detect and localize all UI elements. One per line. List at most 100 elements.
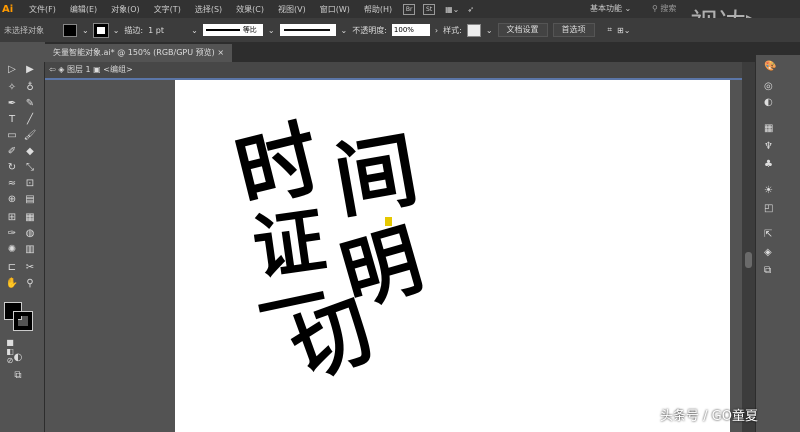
blend-tool-icon[interactable]: ◍ <box>22 228 38 239</box>
symbols-icon[interactable]: ♣ <box>764 159 773 170</box>
chevron-right-icon[interactable]: › <box>435 26 438 35</box>
tools-panel: ▷ ▶ ✧ ♁ ✒ ✎ T ╱ ▭ 🖌 ✐ ◆ ↻ ⤡ ≈ ⊡ ⊕ ▤ ⊞ ▦ … <box>0 62 45 432</box>
scale-tool-icon[interactable]: ⤡ <box>22 162 38 173</box>
paintbrush-icon[interactable]: 🖌 <box>22 130 38 141</box>
eraser-icon[interactable]: ◆ <box>22 146 38 157</box>
stroke-profile-select[interactable]: 等比 <box>202 24 263 36</box>
chevron-down-icon[interactable]: ⌄ <box>113 26 120 35</box>
artboard[interactable]: 时 间 证 明 一 切 <box>175 80 730 432</box>
search-input[interactable]: ⚲ 搜索 <box>652 3 676 14</box>
pen-tool-icon[interactable]: ✒ <box>4 98 20 109</box>
breadcrumb-layer[interactable]: 图层 1 <box>67 65 91 74</box>
chevron-down-icon[interactable]: ⌄ <box>268 26 275 35</box>
chevron-down-icon[interactable]: ⌄ <box>191 26 198 35</box>
shaper-icon[interactable]: ✐ <box>4 146 20 157</box>
selection-status: 未选择对象 <box>4 25 44 35</box>
free-transform-icon[interactable]: ⊡ <box>22 178 38 189</box>
opacity-field[interactable]: 100% <box>391 24 430 36</box>
menu-type[interactable]: 文字(T) <box>147 4 188 15</box>
curvature-icon[interactable]: ✎ <box>22 98 38 109</box>
breadcrumb-group[interactable]: <编组> <box>103 65 132 74</box>
arrange-icon[interactable]: ▦⌄ <box>445 5 459 14</box>
selection-tool-icon[interactable]: ▷ <box>4 64 20 75</box>
gradient-tool-icon[interactable]: ▦ <box>22 212 38 223</box>
canvas[interactable]: 时 间 证 明 一 切 <box>45 80 742 432</box>
layers-icon: ◈ <box>58 65 65 74</box>
control-bar: 未选择对象 ⌄ ⌄ 描边: 1 pt ⌄ 等比 ⌄ ⌄ 不透明度: 100% ›… <box>0 18 800 42</box>
vertical-scrollbar[interactable] <box>742 62 755 432</box>
symbol-sprayer-icon[interactable]: ✺ <box>4 244 20 255</box>
menu-file[interactable]: 文件(F) <box>22 4 63 15</box>
style-swatch[interactable] <box>466 23 481 37</box>
fill-swatch[interactable] <box>63 23 77 37</box>
shape-builder-icon[interactable]: ⊕ <box>4 194 20 205</box>
warp-tool-icon[interactable]: ≈ <box>4 178 20 189</box>
menu-effect[interactable]: 效果(C) <box>229 4 271 15</box>
bridge-button[interactable]: Br <box>403 3 416 15</box>
menu-edit[interactable]: 编辑(E) <box>63 4 104 15</box>
watermark: 头条号 / GO童夏 <box>660 409 758 424</box>
stroke-label: 描边: <box>124 25 144 35</box>
style-label: 样式: <box>443 25 462 35</box>
line-tool-icon[interactable]: ╱ <box>22 114 38 125</box>
export-icon[interactable]: ⇱ <box>764 229 772 240</box>
brush-select[interactable] <box>279 24 336 36</box>
document-tab[interactable]: 矢量智能对象.ai* @ 150% (RGB/GPU 预览) × <box>45 44 233 62</box>
eyedropper-icon[interactable]: ✑ <box>4 228 20 239</box>
rotate-tool-icon[interactable]: ↻ <box>4 162 20 173</box>
align-icon[interactable]: ⌗ <box>608 25 613 35</box>
swatches-icon[interactable]: ▦ <box>764 123 773 134</box>
search-placeholder: 搜索 <box>660 4 677 13</box>
artboards-panel-icon[interactable]: ⧉ <box>764 265 771 276</box>
preferences-button[interactable]: 首选项 <box>552 23 595 37</box>
type-tool-icon[interactable]: T <box>4 114 20 125</box>
graphic-styles-icon[interactable]: ☀ <box>764 185 773 196</box>
right-panel-dock: 🎨 ◎ ◐ ▦ ♆ ♣ ☀ ◰ ⇱ ◈ ⧉ <box>755 55 800 432</box>
stock-button[interactable]: St <box>423 3 436 15</box>
stroke-weight-field[interactable]: 1 pt <box>148 26 186 35</box>
color-guide-icon[interactable]: ◎ <box>764 81 773 92</box>
artwork-char[interactable]: 间 <box>327 122 424 231</box>
tab-title: 矢量智能对象.ai* @ 150% (RGB/GPU 预览) <box>53 48 215 57</box>
menu-window[interactable]: 窗口(W) <box>313 4 357 15</box>
appearance-icon[interactable]: ◐ <box>764 97 773 108</box>
artboard-tool-icon[interactable]: ⊏ <box>4 262 20 273</box>
app-logo: Ai <box>2 3 14 15</box>
transform-icon[interactable]: ⊞⌄ <box>617 26 630 35</box>
direct-selection-tool-icon[interactable]: ▶ <box>22 64 38 75</box>
menu-view[interactable]: 视图(V) <box>271 4 313 15</box>
stroke-color-box[interactable] <box>13 311 33 331</box>
breadcrumb: ⇦ ◈ 图层 1 ▣ <编组> <box>45 62 745 78</box>
hand-tool-icon[interactable]: ✋ <box>4 278 20 289</box>
graph-tool-icon[interactable]: ▥ <box>22 244 38 255</box>
brushes-icon[interactable]: ♆ <box>764 141 773 152</box>
scroll-thumb[interactable] <box>745 252 752 268</box>
stroke-profile-label: 等比 <box>242 26 257 34</box>
group-icon: ▣ <box>93 65 101 74</box>
screen-mode-icon[interactable]: ⧉ <box>10 370 26 381</box>
menu-help[interactable]: 帮助(H) <box>357 4 399 15</box>
transparency-icon[interactable]: ◰ <box>764 203 773 214</box>
perspective-icon[interactable]: ▤ <box>22 194 38 205</box>
chevron-down-icon[interactable]: ⌄ <box>341 26 348 35</box>
mesh-tool-icon[interactable]: ⊞ <box>4 212 20 223</box>
rectangle-tool-icon[interactable]: ▭ <box>4 130 20 141</box>
lasso-icon[interactable]: ♁ <box>22 82 38 93</box>
document-setup-button[interactable]: 文档设置 <box>497 23 548 37</box>
layers-panel-icon[interactable]: ◈ <box>764 247 772 258</box>
stroke-swatch[interactable] <box>92 22 109 38</box>
slice-tool-icon[interactable]: ✂ <box>22 262 38 273</box>
rocket-icon[interactable]: ➶ <box>467 5 474 14</box>
cursor-icon <box>385 217 392 226</box>
color-panel-icon[interactable]: 🎨 <box>764 61 776 72</box>
chevron-down-icon[interactable]: ⌄ <box>486 26 493 35</box>
zoom-tool-icon[interactable]: ⚲ <box>22 278 38 289</box>
menu-object[interactable]: 对象(O) <box>104 4 147 15</box>
close-icon[interactable]: × <box>217 48 224 57</box>
magic-wand-icon[interactable]: ✧ <box>4 82 20 93</box>
menu-select[interactable]: 选择(S) <box>188 4 229 15</box>
workspace-switcher[interactable]: 基本功能 ⌄ <box>590 3 631 14</box>
back-icon[interactable]: ⇦ <box>49 65 56 74</box>
chevron-down-icon[interactable]: ⌄ <box>82 26 89 35</box>
draw-mode-icon[interactable]: ◐ <box>10 352 26 363</box>
